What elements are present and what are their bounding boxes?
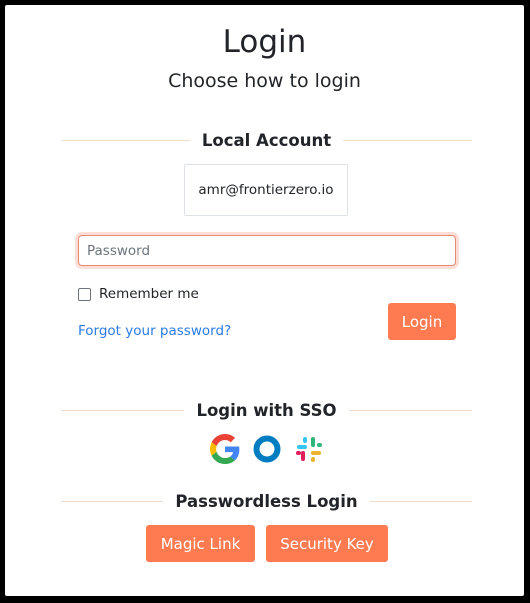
- divider-line-right: [369, 500, 472, 502]
- divider-line-right: [348, 409, 473, 411]
- divider-line-left: [61, 139, 190, 141]
- login-card: Login Choose how to login Local Account …: [5, 5, 524, 596]
- passwordless-divider: Passwordless Login: [61, 488, 472, 514]
- sso-provider-list: [209, 433, 327, 465]
- page-subtitle: Choose how to login: [168, 70, 361, 92]
- remember-me-row[interactable]: Remember me: [78, 284, 199, 304]
- google-icon[interactable]: [209, 433, 241, 465]
- local-account-divider: Local Account: [61, 127, 472, 153]
- okta-icon[interactable]: [251, 433, 283, 465]
- page-title: Login: [222, 24, 307, 60]
- sso-heading: Login with SSO: [196, 400, 337, 420]
- remember-me-label: Remember me: [99, 286, 199, 302]
- divider-line-left: [61, 409, 185, 411]
- security-key-button[interactable]: Security Key: [266, 525, 388, 562]
- sso-divider: Login with SSO: [61, 397, 473, 423]
- slack-icon[interactable]: [293, 433, 325, 465]
- password-input[interactable]: [78, 235, 456, 266]
- forgot-password-link[interactable]: Forgot your password?: [78, 321, 231, 341]
- divider-line-left: [61, 500, 164, 502]
- account-email: amr@frontierzero.io: [184, 164, 348, 216]
- remember-me-checkbox[interactable]: [78, 287, 91, 301]
- magic-link-button[interactable]: Magic Link: [146, 525, 255, 562]
- passwordless-heading: Passwordless Login: [175, 491, 358, 511]
- login-button[interactable]: Login: [388, 303, 456, 340]
- local-account-heading: Local Account: [201, 130, 332, 150]
- divider-line-right: [343, 139, 472, 141]
